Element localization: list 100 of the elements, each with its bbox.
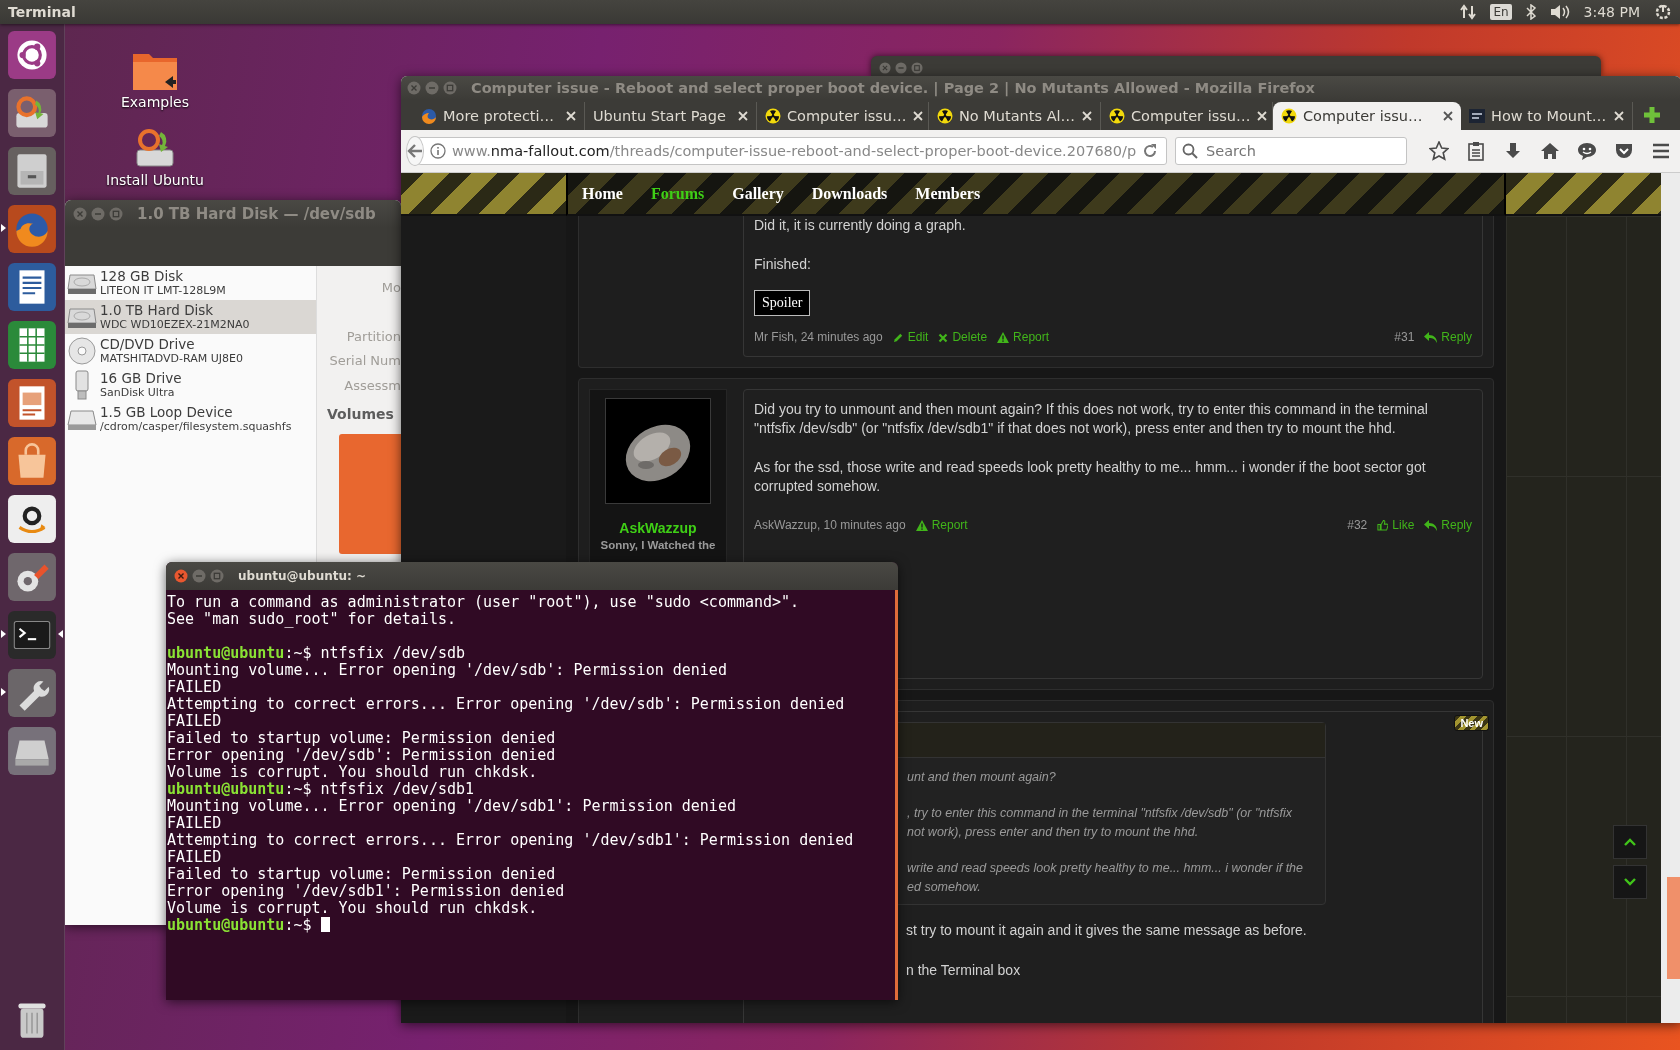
site-nav-link[interactable]: Forums <box>650 184 705 203</box>
spreadsheet-icon[interactable] <box>7 320 57 370</box>
site-nav-link[interactable]: Home <box>582 184 623 203</box>
browser-tab[interactable]: No Mutants Al… <box>929 102 1101 130</box>
quote-line: not work), press enter and then try to mount the hhd. <box>907 823 1200 841</box>
close-button[interactable] <box>879 62 891 74</box>
terminal-output-line: Attempting to correct errors... Error opening '/dev/sdb': Permission denied <box>167 696 846 713</box>
drive-name: 128 GB Disk <box>100 269 185 284</box>
terminal-output-line: Mounting volume... Error opening '/dev/sdb1': Permission denied <box>167 798 737 815</box>
quote-line: ed somehow. <box>907 878 982 896</box>
site-nav-link[interactable]: Members <box>915 184 981 203</box>
address-bar[interactable]: www.nma-fallout.com/threads/computer-issue-reboot-and-select-proper-boot-device.207680/p <box>407 137 1167 165</box>
warning-icon <box>997 332 1010 344</box>
site-nav-link[interactable]: Downloads <box>811 184 888 203</box>
menu-icon[interactable] <box>1651 141 1671 161</box>
browser-icon[interactable] <box>7 204 57 254</box>
scroll-down-button[interactable] <box>1613 865 1647 899</box>
drive-item[interactable]: CD/DVD Drive MATSHITADVD-RAM UJ8E0 <box>65 334 316 368</box>
browser-tab[interactable]: Computer issu… <box>1101 102 1273 130</box>
post-text: Did it, it is currently doing a graph. <box>754 216 967 235</box>
drive-model: WDC WD10EZEX-21M2NA0 <box>100 318 250 331</box>
browser-tab[interactable]: Computer issu… <box>1273 102 1461 130</box>
presentation-icon[interactable] <box>7 378 57 428</box>
user-title: Sonny, I Watched the <box>600 538 716 551</box>
reply-arrow-icon <box>1424 519 1438 531</box>
like-link[interactable]: Like <box>1377 515 1415 535</box>
browser-tab[interactable]: More protecti… <box>413 102 585 130</box>
chevron-up-icon <box>1624 838 1636 846</box>
minimize-button[interactable] <box>895 62 907 74</box>
home-icon[interactable] <box>1540 141 1560 161</box>
browser-tab[interactable]: Ubuntu Start Page <box>585 102 757 130</box>
reload-icon[interactable] <box>1142 143 1159 159</box>
terminal-prompt-line: ubuntu@ubuntu:~$ <box>167 916 312 934</box>
drive-item[interactable]: 1.0 TB Hard Disk WDC WD10EZEX-21M2NA0 <box>65 300 316 334</box>
desktop-icon-label[interactable]: Install Ubuntu <box>106 172 204 188</box>
back-button[interactable] <box>406 136 424 166</box>
post-author-time: Mr Fish, 24 minutes ago <box>754 329 883 346</box>
drive-name: 16 GB Drive <box>100 371 182 386</box>
post-number[interactable]: #32 <box>1347 515 1368 535</box>
keyboard-layout-indicator[interactable]: En <box>1490 4 1512 20</box>
drive-item[interactable]: 16 GB Drive SanDisk Ultra <box>65 368 316 402</box>
wrench-icon[interactable] <box>7 668 57 718</box>
spoiler-button[interactable]: Spoiler <box>754 290 811 316</box>
clock[interactable]: 3:48 PM <box>1583 4 1640 20</box>
drive-installer-icon[interactable] <box>7 88 57 138</box>
quote-line: unt and then mount again? <box>907 768 1057 786</box>
clipboard-icon[interactable] <box>1466 141 1486 161</box>
search-input[interactable]: Search <box>1204 142 1398 160</box>
edit-link[interactable]: Edit <box>892 328 929 348</box>
browser-tab[interactable]: How to Mount… <box>1461 102 1633 130</box>
terminal-output-line: FAILED <box>167 713 223 730</box>
gear-wrench-icon[interactable] <box>7 552 57 602</box>
bluetooth-icon[interactable] <box>1525 4 1536 20</box>
file-cabinet-icon[interactable] <box>7 146 57 196</box>
thumbs-up-icon <box>1377 519 1389 531</box>
disk-drive-icon[interactable] <box>7 726 57 776</box>
browser-tab[interactable]: Computer issu… <box>757 102 929 130</box>
post-text: n the Terminal box <box>905 960 1022 980</box>
drive-item[interactable]: 128 GB Disk LITEON IT LMT-128L9M <box>65 266 316 300</box>
info-icon <box>430 143 446 159</box>
circle-logo-icon[interactable] <box>7 30 57 80</box>
post-text: Finished: <box>754 254 812 274</box>
report-link[interactable]: Report <box>997 328 1050 348</box>
power-gear-icon[interactable] <box>1654 3 1672 21</box>
close-button[interactable] <box>174 569 188 583</box>
field-label: Partition <box>345 327 401 346</box>
reply-arrow-icon <box>1424 332 1438 344</box>
drive-model: SanDisk Ultra <box>100 386 176 399</box>
volume-icon[interactable] <box>1549 4 1570 20</box>
reply-link[interactable]: Reply <box>1424 515 1472 535</box>
radiation-icon <box>1109 108 1125 124</box>
username-link[interactable]: AskWazzup <box>619 519 697 536</box>
post-text: st try to mount it again and it gives the same message as before. <box>905 921 1308 940</box>
drive-item[interactable]: 1.5 GB Loop Device /cdrom/casper/filesystem.squashfs <box>65 402 316 436</box>
drive-name: CD/DVD Drive <box>100 337 196 352</box>
desktop-icon-label[interactable]: Examples <box>121 94 189 110</box>
bookmark-star-icon[interactable] <box>1429 141 1449 161</box>
post-number[interactable]: #31 <box>1394 328 1415 348</box>
window-title: Computer issue - Reboot and select proper boot device. | Page 2 | No Mutants Allowed - Mozilla Firefox <box>471 80 1315 96</box>
terminal-icon[interactable] <box>7 610 57 660</box>
maximize-button[interactable] <box>911 62 923 74</box>
report-link[interactable]: Report <box>915 515 968 535</box>
pocket-icon[interactable] <box>1614 141 1634 161</box>
document-icon[interactable] <box>7 262 57 312</box>
terminal-output-line: To run a command as administrator (user "root"), use "sudo <command>". <box>167 594 801 611</box>
reply-link[interactable]: Reply <box>1424 328 1472 348</box>
close-icon[interactable] <box>1443 111 1453 121</box>
scroll-up-button[interactable] <box>1613 825 1647 859</box>
shopping-bag-icon[interactable] <box>7 436 57 486</box>
network-arrows-icon[interactable] <box>1460 4 1477 20</box>
search-field[interactable]: Search <box>1175 137 1407 165</box>
chat-bubble-icon[interactable] <box>1577 141 1597 161</box>
terminal-output-line: Error opening '/dev/sdb1': Permission denied <box>167 883 566 900</box>
new-tab-plus-icon[interactable] <box>1643 106 1661 124</box>
scrollbar-thumb[interactable] <box>1667 877 1680 979</box>
terminal-output-line: FAILED <box>167 815 223 832</box>
site-nav-link[interactable]: Gallery <box>732 184 784 203</box>
window-title: 1.0 TB Hard Disk — /dev/sdb <box>137 205 376 223</box>
pencil-icon <box>892 332 904 344</box>
delete-link[interactable]: Delete <box>938 328 988 348</box>
